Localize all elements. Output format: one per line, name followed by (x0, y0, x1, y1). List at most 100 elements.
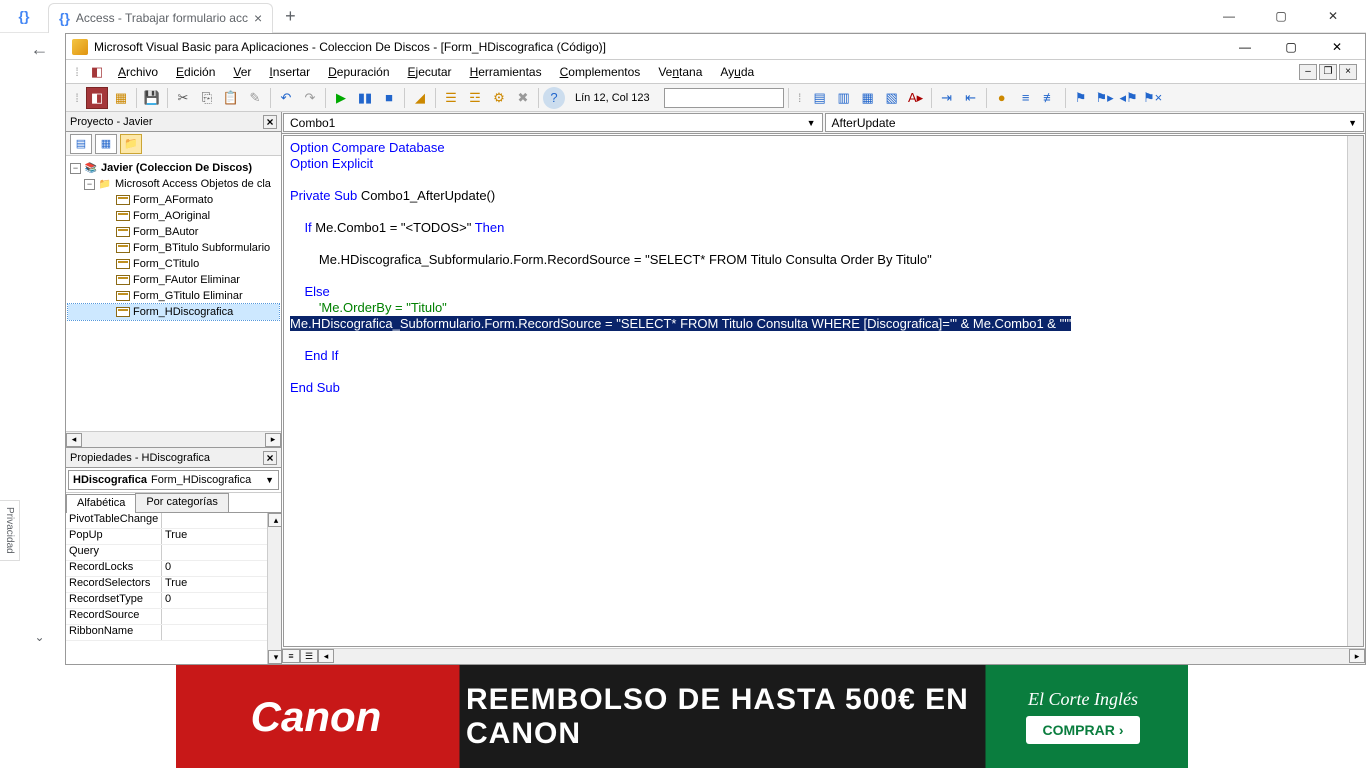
tb-icon-5[interactable]: A▸ (905, 87, 927, 109)
tree-form-item[interactable]: Form_CTitulo (68, 256, 279, 272)
mdi-restore-button[interactable]: ❐ (1319, 64, 1337, 80)
tree-toggle-icon[interactable]: − (70, 163, 81, 174)
privacy-tab[interactable]: Privacidad (0, 500, 20, 561)
bookmark-prev-icon[interactable]: ◂⚑ (1118, 87, 1140, 109)
stop-icon[interactable]: ■ (378, 87, 400, 109)
undo-icon[interactable]: ↶ (275, 87, 297, 109)
full-module-view-button[interactable]: ☰ (300, 649, 318, 663)
project-panel-close-icon[interactable]: × (263, 115, 277, 129)
browser-tab[interactable]: {} Access - Trabajar formulario acc × (48, 3, 273, 33)
property-row[interactable]: RecordSelectorsTrue (66, 577, 281, 593)
properties-object-combo[interactable]: HDiscografica Form_HDiscografica ▼ (68, 470, 279, 490)
tb-icon-3[interactable]: ▦ (857, 87, 879, 109)
property-row[interactable]: PivotTableChange (66, 513, 281, 529)
ad-banner[interactable]: Canon REEMBOLSO DE HASTA 500€ EN CANON E… (176, 665, 1188, 768)
code-vscrollbar[interactable] (1347, 136, 1363, 646)
paste-icon[interactable]: 📋 (220, 87, 242, 109)
cut-icon[interactable]: ✂ (172, 87, 194, 109)
tb-icon-1[interactable]: ▤ (809, 87, 831, 109)
view-object-button[interactable]: ▦ (95, 134, 117, 154)
tree-form-item[interactable]: Form_BAutor (68, 224, 279, 240)
property-value[interactable] (162, 545, 281, 560)
project-explorer-icon[interactable]: ☰ (440, 87, 462, 109)
property-row[interactable]: RecordsetType0 (66, 593, 281, 609)
menu-insertar[interactable]: Insertar (261, 63, 318, 81)
ad-cta-button[interactable]: COMPRAR › (1026, 716, 1139, 744)
access-icon[interactable]: ◧ (86, 61, 108, 83)
tb-icon-4[interactable]: ▧ (881, 87, 903, 109)
procedure-view-button[interactable]: ≡ (282, 649, 300, 663)
mdi-close-button[interactable]: × (1339, 64, 1357, 80)
tree-form-item[interactable]: Form_AFormato (68, 192, 279, 208)
scroll-down-icon[interactable]: ▾ (268, 650, 281, 664)
tab-categorized[interactable]: Por categorías (135, 493, 229, 512)
property-row[interactable]: RibbonName (66, 625, 281, 641)
scroll-left-icon[interactable]: ◂ (318, 649, 334, 663)
redo-icon[interactable]: ↷ (299, 87, 321, 109)
property-value[interactable]: True (162, 529, 281, 544)
menu-ejecutar[interactable]: Ejecutar (400, 63, 460, 81)
tab-alphabetic[interactable]: Alfabética (66, 494, 136, 513)
menu-ventana[interactable]: Ventana (650, 63, 710, 81)
code-editor[interactable]: Option Compare Database Option Explicit … (283, 135, 1364, 647)
tree-form-item[interactable]: Form_FAutor Eliminar (68, 272, 279, 288)
design-mode-icon[interactable]: ◢ (409, 87, 431, 109)
help-icon[interactable]: ? (543, 87, 565, 109)
tree-toggle-icon[interactable]: − (84, 179, 95, 190)
menu-archivo[interactable]: AArchivorchivo (110, 63, 166, 81)
properties-grid[interactable]: PivotTableChangePopUpTrueQueryRecordLock… (66, 513, 281, 664)
scroll-right-icon[interactable]: ▸ (1349, 649, 1365, 663)
minimize-button[interactable]: — (1206, 1, 1252, 31)
object-dropdown[interactable]: Combo1 ▼ (283, 113, 823, 132)
toolbar-dropdown[interactable] (664, 88, 784, 108)
vba-minimize-button[interactable]: — (1223, 36, 1267, 58)
breakpoint-icon[interactable]: ● (991, 87, 1013, 109)
pause-icon[interactable]: ▮▮ (354, 87, 376, 109)
tree-root[interactable]: − 📚 Javier (Coleccion De Discos) (68, 160, 279, 176)
close-button[interactable]: ✕ (1310, 1, 1356, 31)
format-painter-icon[interactable]: ✎ (244, 87, 266, 109)
property-value[interactable]: True (162, 577, 281, 592)
insert-icon[interactable]: ▦ (110, 87, 132, 109)
property-row[interactable]: Query (66, 545, 281, 561)
tree-form-item[interactable]: Form_BTitulo Subformulario (68, 240, 279, 256)
property-value[interactable] (162, 609, 281, 624)
copy-icon[interactable]: ⎘ (196, 87, 218, 109)
procedure-dropdown[interactable]: AfterUpdate ▼ (825, 113, 1365, 132)
run-icon[interactable]: ▶ (330, 87, 352, 109)
bookmark-clear-icon[interactable]: ⚑× (1142, 87, 1164, 109)
scroll-up-icon[interactable]: ▴ (268, 513, 281, 527)
chevron-down-icon[interactable]: ⌄ (34, 630, 44, 644)
maximize-button[interactable]: ▢ (1258, 1, 1304, 31)
back-icon[interactable]: ← (31, 39, 49, 60)
tree-form-item[interactable]: Form_HDiscografica (68, 304, 279, 320)
property-row[interactable]: RecordLocks0 (66, 561, 281, 577)
property-row[interactable]: PopUpTrue (66, 529, 281, 545)
toolbox-icon[interactable]: ✖ (512, 87, 534, 109)
menu-ayuda[interactable]: Ayuda (712, 63, 762, 81)
uncomment-icon[interactable]: ≢ (1039, 87, 1061, 109)
project-hscrollbar[interactable]: ◂ ▸ (66, 431, 281, 447)
view-code-icon[interactable]: ◧ (86, 87, 108, 109)
toggle-folders-button[interactable]: 📁 (120, 134, 142, 154)
project-tree[interactable]: − 📚 Javier (Coleccion De Discos) − 📁 Mic… (66, 156, 281, 431)
tree-folder[interactable]: − 📁 Microsoft Access Objetos de cla (68, 176, 279, 192)
save-icon[interactable]: 💾 (141, 87, 163, 109)
property-value[interactable] (162, 625, 281, 640)
menu-edicion[interactable]: Edición (168, 63, 223, 81)
property-value[interactable]: 0 (162, 561, 281, 576)
properties-panel-close-icon[interactable]: × (263, 451, 277, 465)
new-tab-button[interactable]: + (285, 6, 296, 27)
comment-icon[interactable]: ≡ (1015, 87, 1037, 109)
vba-maximize-button[interactable]: ▢ (1269, 36, 1313, 58)
object-browser-icon[interactable]: ⚙ (488, 87, 510, 109)
properties-icon[interactable]: ☲ (464, 87, 486, 109)
vba-close-button[interactable]: ✕ (1315, 36, 1359, 58)
bookmark-next-icon[interactable]: ⚑▸ (1094, 87, 1116, 109)
scroll-right-icon[interactable]: ▸ (265, 433, 281, 447)
menu-depuracion[interactable]: Depuración (320, 63, 397, 81)
outdent-icon[interactable]: ⇤ (960, 87, 982, 109)
menu-ver[interactable]: Ver (225, 63, 259, 81)
scroll-left-icon[interactable]: ◂ (66, 433, 82, 447)
menu-complementos[interactable]: Complementos (552, 63, 649, 81)
